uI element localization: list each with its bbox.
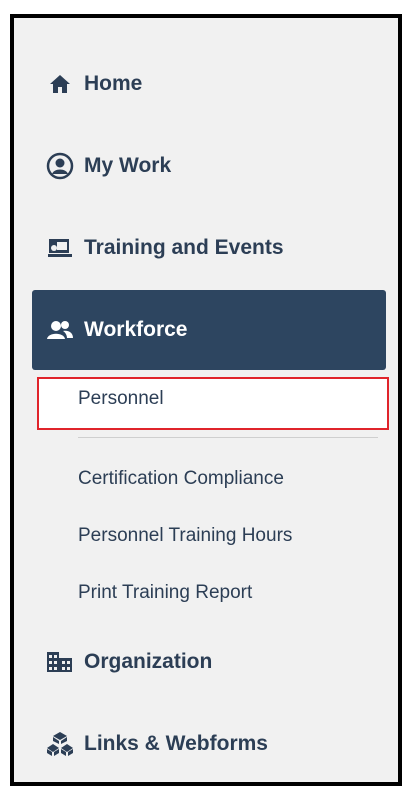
divider	[78, 437, 378, 438]
sub-item-personnel[interactable]: Personnel	[78, 388, 164, 410]
user-circle-icon	[46, 152, 74, 180]
training-icon	[46, 234, 74, 262]
nav-item-label: Training and Events	[84, 236, 284, 259]
nav-item-workforce[interactable]: Workforce	[32, 290, 386, 370]
nav-item-links-webforms[interactable]: Links & Webforms	[32, 704, 386, 784]
nav-item-home[interactable]: Home	[32, 44, 386, 124]
users-icon	[46, 316, 74, 344]
sub-item-print-training-report[interactable]: Print Training Report	[78, 582, 252, 604]
cubes-icon	[46, 730, 74, 758]
nav-item-label: Links & Webforms	[84, 732, 268, 755]
sub-item-personnel-training-hours[interactable]: Personnel Training Hours	[78, 525, 292, 547]
nav-item-label: Workforce	[84, 318, 188, 341]
nav-item-training-events[interactable]: Training and Events	[32, 208, 386, 288]
nav-item-organization[interactable]: Organization	[32, 622, 386, 702]
building-icon	[46, 648, 74, 676]
nav-item-label: My Work	[84, 154, 172, 177]
nav-item-my-work[interactable]: My Work	[32, 126, 386, 206]
sidebar-nav: Home My Work Training and Events Workfor…	[10, 14, 402, 786]
nav-item-label: Organization	[84, 650, 213, 673]
nav-item-label: Home	[84, 72, 143, 95]
home-icon	[46, 70, 74, 98]
sub-item-certification-compliance[interactable]: Certification Compliance	[78, 468, 284, 490]
